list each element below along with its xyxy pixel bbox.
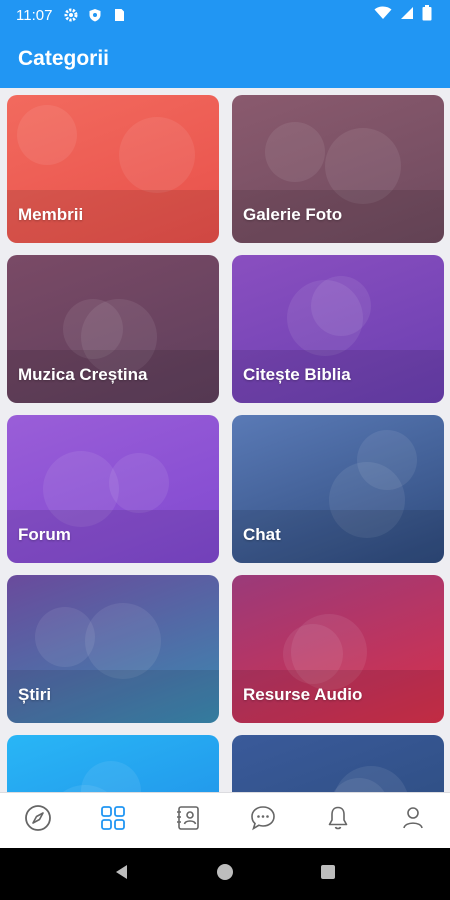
category-background-image	[63, 761, 141, 792]
battery-icon	[422, 5, 432, 25]
person-icon	[399, 804, 427, 837]
category-card[interactable]	[232, 735, 444, 792]
category-label: Resurse Audio	[243, 685, 363, 704]
system-recents-button[interactable]	[308, 854, 348, 894]
category-background-image	[333, 766, 408, 792]
category-label: Știri	[18, 685, 52, 704]
nav-contacts-button[interactable]	[168, 801, 208, 841]
page-title: Categorii	[18, 47, 110, 70]
nav-profile-button[interactable]	[393, 801, 433, 841]
categories-list[interactable]: Membrii Galerie Foto Muzica Creștina Citeșt…	[0, 88, 450, 792]
back-icon	[112, 862, 132, 887]
recents-icon	[318, 862, 338, 887]
nav-categories-button[interactable]	[93, 801, 133, 841]
category-label: Membrii	[18, 205, 84, 224]
category-card[interactable]: Citește Biblia	[232, 255, 444, 403]
system-back-button[interactable]	[102, 854, 142, 894]
gear-icon	[64, 8, 78, 22]
nav-notifications-button[interactable]	[318, 801, 358, 841]
system-navigation-bar	[0, 848, 450, 900]
chat-bubble-icon	[249, 804, 277, 837]
category-card[interactable]: Știri	[7, 575, 219, 723]
shield-icon	[88, 8, 102, 22]
nav-explore-button[interactable]	[18, 801, 58, 841]
category-card[interactable]: Chat	[232, 415, 444, 563]
home-icon	[215, 862, 235, 887]
bottom-navigation	[0, 792, 450, 848]
compass-icon	[24, 804, 52, 837]
category-label: Muzica Creștina	[18, 365, 148, 384]
contacts-icon	[174, 804, 202, 837]
category-card[interactable]: Galerie Foto	[232, 95, 444, 243]
category-card[interactable]: Muzica Creștina	[7, 255, 219, 403]
nav-messages-button[interactable]	[243, 801, 283, 841]
category-card[interactable]: Resurse Audio	[232, 575, 444, 723]
app-bar: Categorii	[0, 30, 450, 88]
category-card[interactable]	[7, 735, 219, 792]
categories-grid: Membrii Galerie Foto Muzica Creștina Citeșt…	[7, 95, 445, 792]
system-home-button[interactable]	[205, 854, 245, 894]
category-label: Galerie Foto	[243, 205, 343, 224]
category-label: Forum	[18, 525, 71, 544]
bell-icon	[324, 804, 352, 837]
category-label: Citește Biblia	[243, 365, 351, 384]
category-label: Chat	[243, 525, 281, 544]
signal-icon	[400, 6, 414, 24]
status-bar: 11:07	[0, 0, 450, 30]
grid-icon	[99, 804, 127, 837]
category-card[interactable]: Membrii	[7, 95, 219, 243]
wifi-icon	[374, 6, 392, 24]
sim-card-icon	[112, 8, 126, 22]
category-card[interactable]: Forum	[7, 415, 219, 563]
status-time: 11:07	[16, 6, 53, 24]
